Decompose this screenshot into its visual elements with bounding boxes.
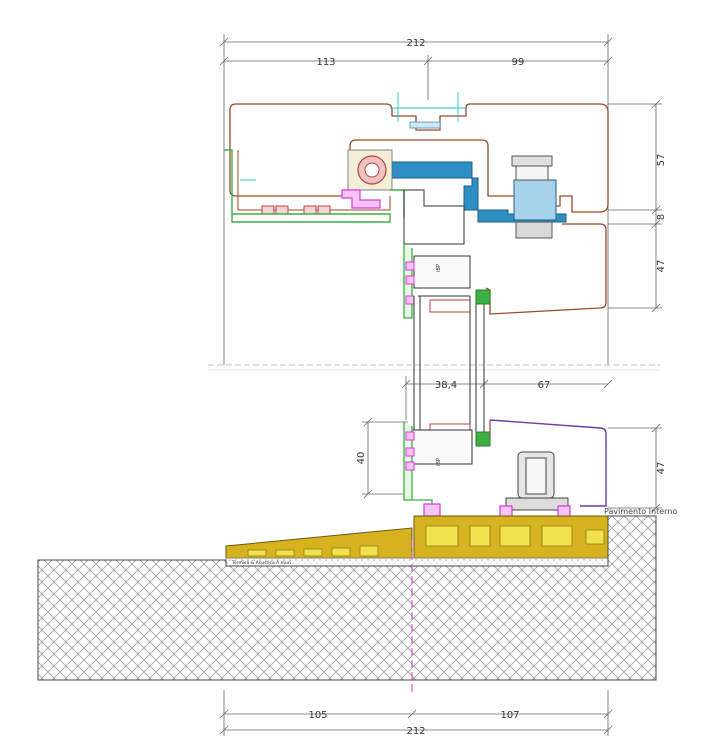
dim-right-upper: 57 — [656, 154, 667, 167]
glass-unit — [413, 289, 491, 447]
dim-right-gap: 8 — [656, 214, 667, 220]
glazing-block-upper — [403, 189, 471, 313]
sill-print: Termica & Acustica A muri — [231, 560, 291, 566]
blue-profile — [387, 155, 567, 239]
section-drawing: 212 113 99 57 8 47 47 38,4 67 40 IBP IBP… — [0, 0, 706, 750]
dim-top-left: 113 — [316, 57, 335, 68]
tag-lower: IBP — [436, 458, 442, 466]
lower-frame — [403, 419, 607, 516]
floor-note: Pavimento Interno — [604, 507, 677, 516]
dim-bottom-overall: 212 — [406, 726, 425, 737]
dim-bottom-right: 107 — [500, 710, 519, 721]
left-gasket-stack-upper — [403, 244, 415, 319]
dim-top-right: 99 — [512, 57, 525, 68]
upper-gasket-cluster — [341, 149, 405, 218]
mid-dimensions — [208, 364, 660, 420]
left-dimension — [362, 417, 408, 499]
tag-upper: IBP — [436, 264, 442, 272]
right-dimensions — [608, 99, 662, 513]
dim-right-lower: 47 — [656, 462, 667, 475]
dim-mid-right: 67 — [538, 380, 551, 391]
sill-block — [225, 515, 609, 559]
dim-right-middle: 47 — [656, 260, 667, 273]
dim-top-overall: 212 — [406, 38, 425, 49]
dim-mid-left: 38,4 — [435, 380, 457, 391]
dim-bottom-left: 105 — [308, 710, 327, 721]
dim-left-height: 40 — [356, 452, 367, 465]
technical-section-svg: 212 113 99 57 8 47 47 38,4 67 40 IBP IBP… — [37, 34, 677, 737]
